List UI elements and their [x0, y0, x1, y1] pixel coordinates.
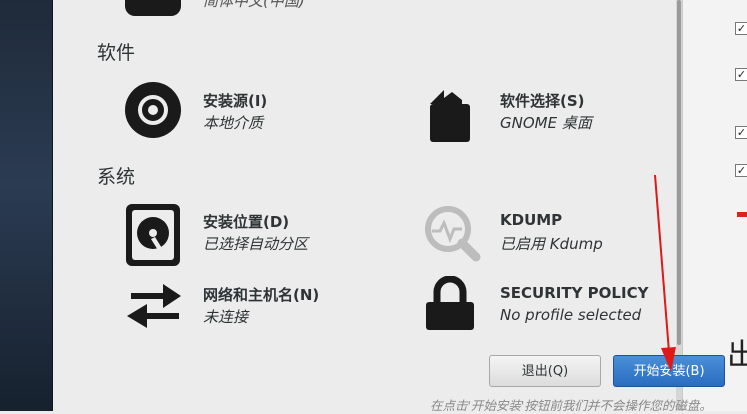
magnifier-icon	[425, 206, 481, 262]
spoke-title: KDUMP	[500, 211, 563, 229]
begin-install-button[interactable]: 开始安装(B)	[613, 355, 725, 387]
disc-icon	[125, 82, 181, 138]
spoke-title: 安装位置(D)	[203, 213, 290, 231]
network-arrows-icon	[127, 284, 181, 328]
spoke-title: SECURITY POLICY	[500, 284, 649, 302]
spoke-software-selection[interactable]: 软件选择(S) GNOME 桌面	[422, 82, 672, 144]
background-text: 出	[727, 338, 747, 373]
scrollbar-thumb[interactable]	[677, 0, 681, 345]
spoke-network[interactable]: 网络和主机名(N) 未连接	[125, 276, 385, 336]
desktop-background-left	[0, 0, 53, 411]
section-title-software: 软件	[97, 42, 136, 64]
spoke-status: 已选择自动分区	[203, 235, 309, 253]
spoke-install-destination[interactable]: 安装位置(D) 已选择自动分区	[125, 203, 385, 267]
padlock-icon	[426, 276, 474, 330]
spoke-status: 本地介质	[203, 114, 264, 132]
background-checkbox: ✓	[735, 126, 747, 139]
spoke-title: 软件选择(S)	[500, 92, 585, 110]
quit-button[interactable]: 退出(Q)	[489, 355, 601, 387]
spoke-status: 已启用 Kdump	[500, 235, 603, 253]
harddisk-icon	[126, 204, 180, 266]
spoke-title: 安装源(I)	[203, 92, 268, 110]
spoke-status: 未连接	[203, 308, 249, 326]
spoke-security-policy[interactable]: SECURITY POLICY No profile selected	[422, 276, 672, 336]
spoke-kdump[interactable]: KDUMP 已启用 Kdump	[422, 203, 672, 265]
package-icon	[430, 90, 470, 142]
spoke-install-source[interactable]: 安装源(I) 本地介质	[125, 82, 385, 142]
footer-note: 在点击'开始安装'按钮前我们并不会操作您的磁盘。	[430, 398, 712, 413]
section-title-system: 系统	[97, 166, 136, 188]
background-red-mark	[737, 212, 747, 217]
language-status: 简体中文(中国)	[203, 0, 305, 10]
spoke-status: GNOME 桌面	[500, 114, 592, 132]
background-checkbox: ✓	[735, 68, 747, 81]
background-checkbox: ✓	[735, 164, 747, 177]
background-window-right: ✓ ✓ ✓ ✓ 出	[682, 0, 747, 411]
spoke-title: 网络和主机名(N)	[203, 286, 320, 304]
background-checkbox: ✓	[735, 22, 747, 35]
spoke-status: No profile selected	[500, 306, 642, 324]
keyboard-icon[interactable]	[125, 0, 181, 16]
